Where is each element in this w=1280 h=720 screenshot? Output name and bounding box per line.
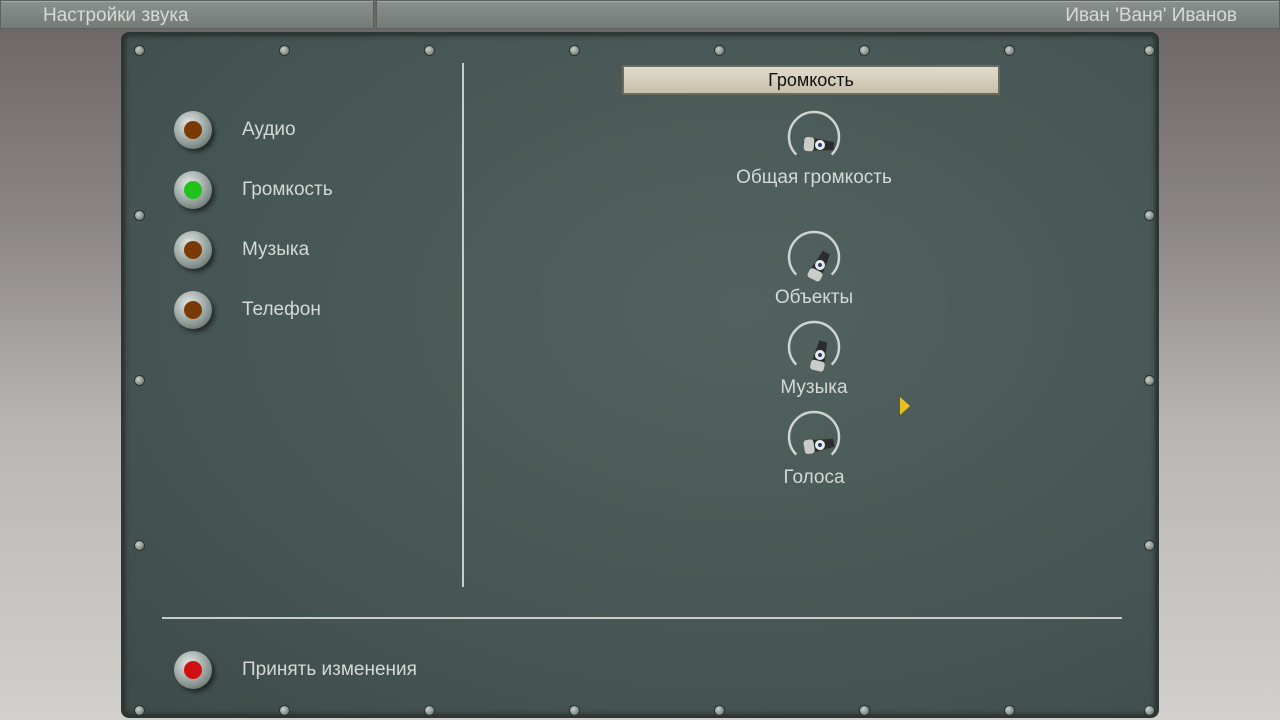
screw-icon <box>1004 705 1015 716</box>
knob-icon[interactable] <box>784 407 844 467</box>
screw-icon <box>1144 705 1155 716</box>
nav-label: Музыка <box>242 239 310 260</box>
knob-music[interactable]: Музыка <box>684 317 944 399</box>
knob-pointer[interactable] <box>809 340 830 372</box>
screw-icon <box>134 210 145 221</box>
screw-icon <box>1144 210 1155 221</box>
screw-icon <box>134 705 145 716</box>
nav-label: Телефон <box>242 299 321 320</box>
knob-pointer[interactable] <box>806 249 832 282</box>
screw-icon <box>424 705 435 716</box>
screw-icon <box>134 540 145 551</box>
screw-icon <box>1144 45 1155 56</box>
screw-icon <box>714 45 725 56</box>
nav-label: Аудио <box>242 119 296 140</box>
settings-panel: Аудио Громкость Музыка Телефон Громкость… <box>121 32 1159 718</box>
player-name: Иван 'Ваня' Иванов <box>376 0 1280 29</box>
section-title: Громкость <box>622 65 1000 95</box>
lamp-icon <box>174 651 212 689</box>
screw-icon <box>569 705 580 716</box>
knob-pointer[interactable] <box>803 136 835 153</box>
mouse-cursor-icon <box>900 397 910 415</box>
nav-label: Громкость <box>242 179 333 200</box>
screw-icon <box>1144 540 1155 551</box>
knob-voices[interactable]: Голоса <box>684 407 944 489</box>
knob-icon[interactable] <box>784 107 844 167</box>
knob-label: Голоса <box>783 467 845 488</box>
knob-label: Общая громкость <box>736 167 892 188</box>
knob-master[interactable]: Общая громкость <box>684 107 944 189</box>
screw-icon <box>134 375 145 386</box>
screw-icon <box>859 45 870 56</box>
lamp-icon <box>174 291 212 329</box>
screw-icon <box>424 45 435 56</box>
nav-volume[interactable]: Громкость <box>174 171 333 209</box>
knob-icon[interactable] <box>784 317 844 377</box>
screw-icon <box>279 705 290 716</box>
apply-changes-button[interactable]: Принять изменения <box>174 651 417 689</box>
nav-phone[interactable]: Телефон <box>174 291 321 329</box>
knob-label: Объекты <box>774 287 854 308</box>
screw-icon <box>859 705 870 716</box>
lamp-icon <box>174 231 212 269</box>
nav-music[interactable]: Музыка <box>174 231 309 269</box>
knob-icon[interactable] <box>784 227 844 287</box>
nav-audio[interactable]: Аудио <box>174 111 296 149</box>
window-title: Настройки звука <box>0 0 374 29</box>
divider-vertical <box>462 63 464 587</box>
lamp-icon <box>174 111 212 149</box>
screw-icon <box>569 45 580 56</box>
apply-label: Принять изменения <box>242 659 417 680</box>
screw-icon <box>714 705 725 716</box>
lamp-icon <box>174 171 212 209</box>
screw-icon <box>1004 45 1015 56</box>
screw-icon <box>1144 375 1155 386</box>
knob-pointer[interactable] <box>803 436 835 455</box>
divider-horizontal <box>162 617 1122 619</box>
knob-label: Музыка <box>780 377 848 398</box>
knob-objects[interactable]: Объекты <box>684 227 944 309</box>
screw-icon <box>279 45 290 56</box>
screw-icon <box>134 45 145 56</box>
